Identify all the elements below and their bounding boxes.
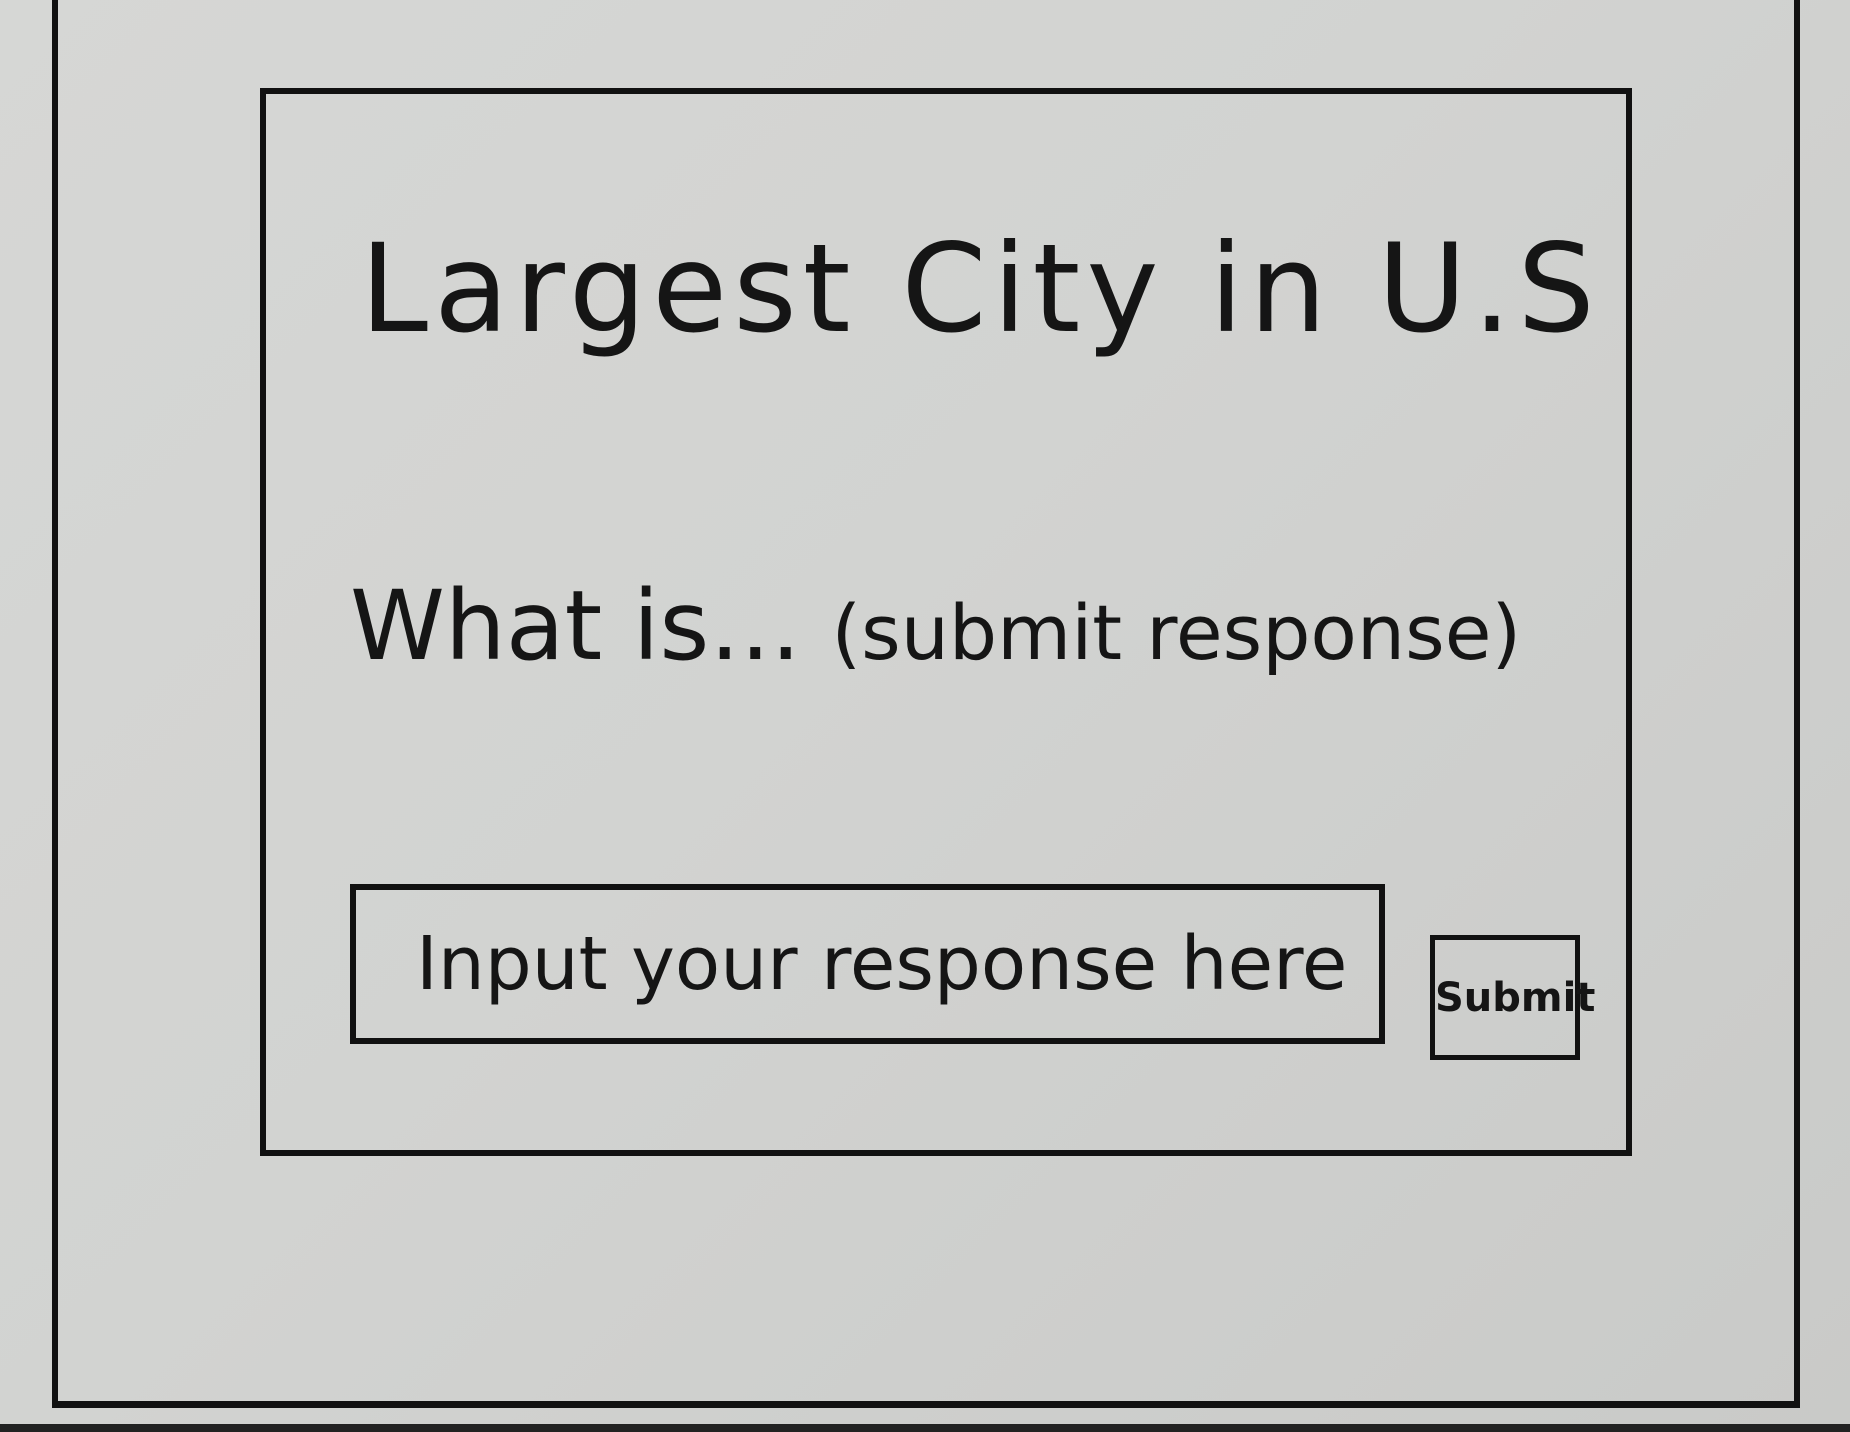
prompt-hint: (submit response) xyxy=(831,588,1522,677)
response-input[interactable] xyxy=(350,884,1385,1044)
prompt-text: What is... xyxy=(350,570,801,682)
prompt-line: What is... (submit response) xyxy=(350,578,1521,674)
photo-edge xyxy=(0,1424,1850,1432)
question-title: Largest City in U.S xyxy=(360,218,1601,360)
submit-button[interactable]: Submit xyxy=(1430,935,1595,1060)
